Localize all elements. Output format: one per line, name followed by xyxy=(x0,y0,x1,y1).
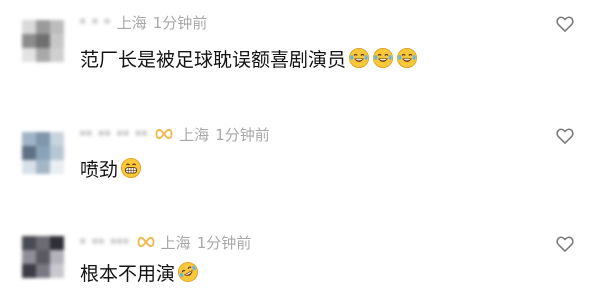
laugh-cry-icon xyxy=(396,47,418,69)
avatar-pixel xyxy=(50,160,64,174)
avatar-pixel xyxy=(50,34,64,48)
heart-outline-icon[interactable] xyxy=(555,126,575,146)
avatar-pixel xyxy=(36,48,50,62)
comment-text: 根本不用演 xyxy=(80,256,199,288)
avatar-pixel xyxy=(50,236,64,250)
laugh-cry-icon xyxy=(348,47,370,69)
avatar-pixel xyxy=(50,250,64,264)
avatar-pixel xyxy=(50,146,64,160)
comment-item: · · · 上海 1分钟前 范厂长是被足球耽误额喜剧演员 xyxy=(0,0,600,100)
avatar-pixel xyxy=(22,20,36,34)
location-label: 上海 xyxy=(116,13,147,32)
avatar[interactable] xyxy=(22,132,64,174)
comment-text-body: 根本不用演 xyxy=(80,262,176,285)
comment-meta: · · · 上海 1分钟前 xyxy=(80,10,207,34)
avatar-pixel xyxy=(50,20,64,34)
avatar-pixel xyxy=(36,236,50,250)
comment-item: · ·· ··· 上海 1分钟前 根本不用演 xyxy=(0,220,600,306)
avatar-pixel xyxy=(22,236,36,250)
avatar-pixel xyxy=(50,264,64,278)
avatar-pixel xyxy=(36,132,50,146)
username[interactable]: ·· ·· ·· ·· xyxy=(80,126,148,142)
grin-icon xyxy=(120,157,142,179)
comment-meta: ·· ·· ·· ·· 上海 1分钟前 xyxy=(80,122,270,146)
avatar-pixel xyxy=(22,264,36,278)
avatar-pixel xyxy=(22,48,36,62)
avatar-pixel xyxy=(36,146,50,160)
comment-text-body: 喷劲 xyxy=(80,158,119,181)
username[interactable]: · ·· ··· xyxy=(80,234,130,250)
comment-item: ·· ·· ·· ·· 上海 1分钟前 喷劲 xyxy=(0,112,600,212)
avatar-pixel xyxy=(36,160,50,174)
avatar-pixel xyxy=(22,250,36,264)
timestamp: 1分钟前 xyxy=(215,125,270,144)
avatar-pixel xyxy=(50,48,64,62)
comment-text-body: 范厂长是被足球耽误额喜剧演员 xyxy=(80,48,347,71)
avatar-pixel xyxy=(36,34,50,48)
avatar-pixel xyxy=(22,132,36,146)
avatar-pixel xyxy=(50,132,64,146)
comment-text: 喷劲 xyxy=(80,152,142,184)
heart-outline-icon[interactable] xyxy=(555,14,575,34)
avatar-pixel xyxy=(36,250,50,264)
comment-meta: · ·· ··· 上海 1分钟前 xyxy=(80,230,251,254)
comment-list: · · · 上海 1分钟前 范厂长是被足球耽误额喜剧演员 ·· ·· ·· ··… xyxy=(0,0,600,306)
avatar-pixel xyxy=(36,20,50,34)
laugh-cry-icon xyxy=(372,47,394,69)
avatar[interactable] xyxy=(22,236,64,278)
username[interactable]: · · · xyxy=(80,14,111,30)
laugh-rolling-icon xyxy=(177,261,199,283)
location-label: 上海 xyxy=(160,233,191,252)
infinity-badge-icon xyxy=(137,236,155,248)
avatar-pixel xyxy=(36,264,50,278)
avatar-pixel xyxy=(22,160,36,174)
avatar-pixel xyxy=(22,146,36,160)
avatar[interactable] xyxy=(22,20,64,62)
infinity-badge-icon xyxy=(155,128,173,140)
timestamp: 1分钟前 xyxy=(152,13,208,32)
comment-text: 范厂长是被足球耽误额喜剧演员 xyxy=(80,42,418,74)
heart-outline-icon[interactable] xyxy=(555,234,575,254)
avatar-pixel xyxy=(22,34,36,48)
timestamp: 1分钟前 xyxy=(196,233,252,252)
location-label: 上海 xyxy=(179,125,210,144)
